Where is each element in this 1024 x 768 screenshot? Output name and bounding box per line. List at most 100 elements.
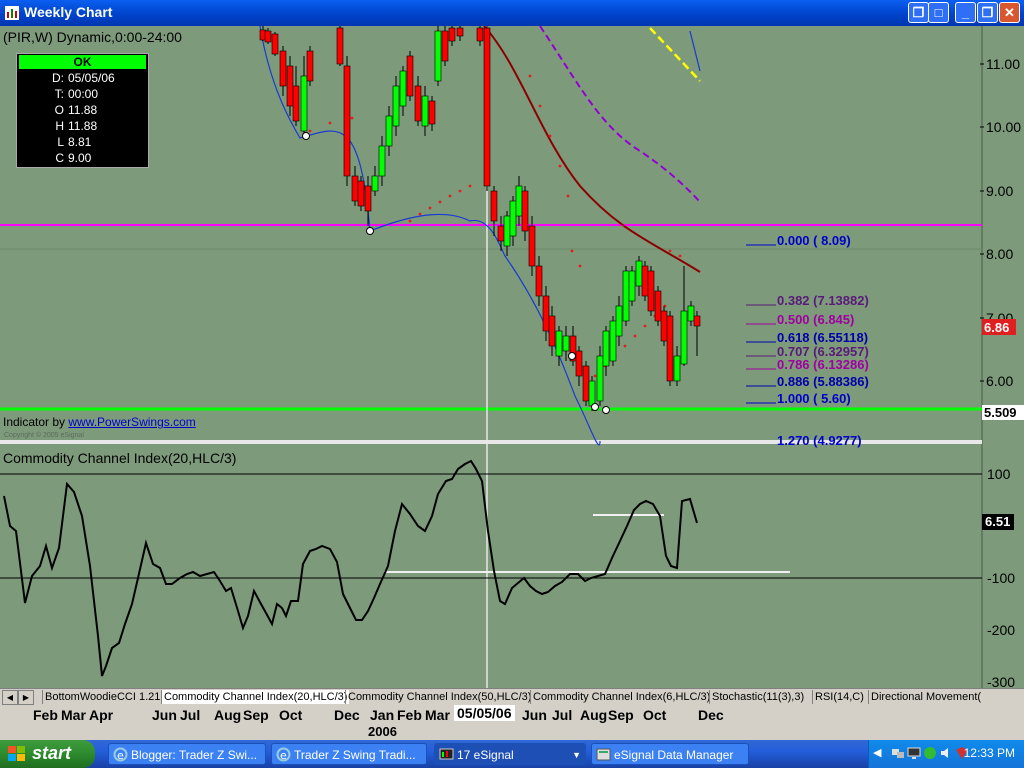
price-tick-label: 6.00 — [986, 373, 1013, 389]
tab-scroll-left-icon[interactable]: ◀ — [2, 690, 18, 705]
swing-point-marker — [568, 352, 576, 360]
candle-body — [421, 95, 429, 127]
sar-dot — [558, 164, 562, 168]
year-label: 2006 — [368, 724, 397, 739]
candle-body — [357, 180, 365, 207]
sar-dot — [538, 104, 542, 108]
swing-point-marker — [602, 406, 610, 414]
candle-body — [509, 200, 517, 237]
fib-level-label: 0.618 (6.55118) — [777, 330, 868, 345]
tray-expand-icon[interactable]: ◀ — [873, 746, 887, 760]
tab-rsi[interactable]: RSI(14,C) — [812, 690, 866, 704]
month-label: Mar — [425, 707, 450, 723]
candle-body — [336, 27, 344, 65]
tab-scroll-right-icon[interactable]: ▶ — [18, 690, 34, 705]
candle-body — [622, 270, 630, 322]
candle-body — [392, 85, 400, 127]
bollinger-upper — [689, 30, 701, 72]
study-tab-strip: ◀ ▶ BottomWoodieCCI 1.21 Commodity Chann… — [0, 688, 1024, 706]
moving-average-long — [483, 26, 701, 273]
svg-text:e: e — [280, 749, 287, 762]
system-tray: ◀ 12:33 PM — [868, 740, 1024, 768]
tab-stochastic[interactable]: Stochastic(11(3),3) — [709, 690, 806, 704]
monitor-icon[interactable] — [907, 746, 921, 760]
chart-area[interactable]: 11.00 10.00 9.00 8.00 7.00 6.00 6.86 5.509 0.000… — [0, 26, 1024, 688]
candle-body — [562, 335, 570, 352]
candle-body — [385, 115, 393, 147]
sar-dot — [548, 134, 552, 138]
candle-body — [628, 270, 636, 302]
month-label: Jan — [370, 707, 395, 723]
taskbar-item-data-manager[interactable]: eSignal Data Manager — [591, 743, 749, 765]
candle-body — [588, 380, 596, 407]
speaker-icon[interactable] — [939, 746, 953, 760]
month-label: Jun — [152, 707, 177, 723]
fib-level-label: 1.000 ( 5.60) — [777, 391, 851, 406]
candle-body — [575, 350, 583, 377]
maximize-button[interactable]: □ — [928, 2, 949, 23]
month-label: Dec — [334, 707, 360, 723]
sar-dot — [438, 200, 442, 204]
candle-body — [542, 295, 550, 332]
candle-body — [399, 70, 407, 107]
candle-body — [596, 355, 604, 402]
fib-level-label: 0.000 ( 8.09) — [777, 233, 851, 248]
tab-cci-6[interactable]: Commodity Channel Index(6,HLC/3) — [530, 690, 712, 704]
candle-body — [497, 225, 505, 242]
candle-body — [292, 85, 300, 122]
price-chart-canvas[interactable]: 11.0010.009.008.007.006.006.865.5090.000… — [0, 26, 1024, 688]
price-tick-label: 10.00 — [986, 119, 1021, 135]
powerswings-link[interactable]: www.PowerSwings.com — [68, 415, 195, 429]
candle-body — [434, 30, 442, 82]
minimize-button[interactable]: _ — [955, 2, 976, 23]
candle-body — [680, 310, 688, 365]
tab-cci-50[interactable]: Commodity Channel Index(50,HLC/3) — [345, 690, 533, 704]
network-icon[interactable] — [891, 746, 905, 760]
cci-tick-label: 100 — [987, 466, 1011, 482]
window-title-bar[interactable]: Weekly Chart ❐ □ _ ❐ ✕ — [0, 0, 1024, 26]
sar-dot — [643, 324, 647, 328]
sar-dot — [593, 374, 597, 378]
candle-body — [673, 355, 681, 382]
month-label: Feb — [397, 707, 422, 723]
fib-level-label: 0.382 (7.13882) — [777, 293, 869, 308]
restore-child-button[interactable]: ❐ — [908, 2, 929, 23]
sar-dot — [668, 249, 672, 253]
close-button[interactable]: ✕ — [999, 2, 1020, 23]
indicator-credit: Indicator by www.PowerSwings.com — [3, 415, 196, 429]
restore-button[interactable]: ❐ — [977, 2, 998, 23]
candle-body — [279, 50, 287, 87]
taskbar-item-blogger[interactable]: e Blogger: Trader Z Swi... — [108, 743, 266, 765]
month-label: Jul — [180, 707, 201, 723]
month-label: Dec — [698, 707, 724, 723]
start-button[interactable]: start — [0, 740, 95, 768]
month-label: Aug — [580, 707, 608, 723]
cci-last-label: 6.51 — [985, 514, 1010, 529]
month-label: Feb — [33, 707, 58, 723]
fib-level-label: 0.500 (6.845) — [777, 312, 854, 327]
fib-level-label: 0.786 (6.13286) — [777, 357, 869, 372]
cci-panel-title: Commodity Channel Index(20,HLC/3) — [3, 450, 237, 466]
cci-tick-label: -100 — [987, 570, 1015, 586]
antivirus-icon[interactable] — [923, 746, 937, 760]
date-axis: Feb Mar Apr Jun Jul Aug Sep Oct Dec Jan … — [0, 705, 1024, 740]
tab-bottomwoodiecci[interactable]: BottomWoodieCCI 1.21 — [42, 690, 162, 704]
candle-body — [521, 190, 529, 232]
taskbar-item-trader-z[interactable]: e Trader Z Swing Tradi... — [271, 743, 427, 765]
month-label: Jul — [552, 707, 573, 723]
candle-body — [687, 305, 695, 322]
moving-average-short — [649, 27, 701, 82]
candle-body — [306, 50, 314, 82]
candle-body — [548, 315, 556, 347]
swing-point-marker — [591, 403, 599, 411]
candle-body — [535, 265, 543, 297]
price-tick-label: 8.00 — [986, 246, 1013, 262]
taskbar-item-esignal[interactable]: 17 eSignal ▼ — [434, 743, 586, 765]
data-window: OK D: 05/05/06 T: 00:00 O 11.88 H 11.88 L 8.8… — [16, 53, 149, 168]
tab-cci-20[interactable]: Commodity Channel Index(20,HLC/3) — [161, 690, 350, 704]
price-tick-label: 11.00 — [986, 56, 1020, 72]
month-label: Jun — [522, 707, 547, 723]
month-label: Apr — [89, 707, 114, 723]
sar-dot — [328, 121, 332, 125]
tab-directional-movement[interactable]: Directional Movement( — [868, 690, 983, 704]
